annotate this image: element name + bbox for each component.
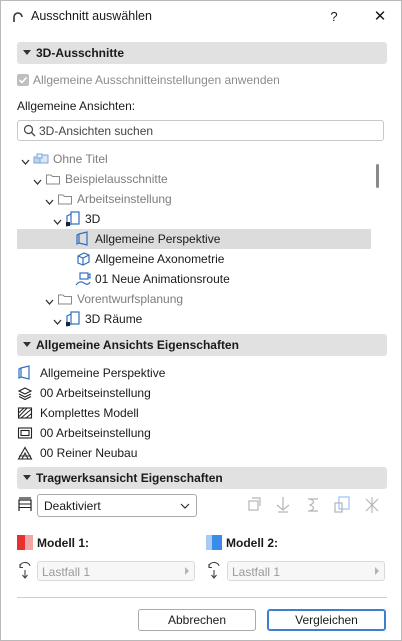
- model1-color-swatch: [17, 535, 33, 550]
- tree-item-label: 01 Neue Animationsroute: [95, 272, 230, 286]
- general-views-label: Allgemeine Ansichten:: [17, 99, 136, 113]
- chevron-right-icon: [375, 567, 379, 575]
- tree-item[interactable]: Allgemeine Perspektive: [17, 229, 371, 249]
- checkmark-icon: [18, 76, 28, 84]
- search-input[interactable]: [39, 122, 369, 139]
- folder-icon: [57, 291, 73, 307]
- chevron-right-icon: [185, 567, 189, 575]
- close-button[interactable]: ✕: [369, 7, 391, 27]
- structural-mode-dropdown[interactable]: Deaktiviert: [37, 494, 197, 517]
- tree-item-label: Allgemeine Axonometrie: [95, 252, 225, 266]
- tree-item[interactable]: Beispielausschnitte: [17, 169, 371, 189]
- tree-item-label: 3D Räume: [85, 312, 143, 326]
- dropdown-value: Deaktiviert: [44, 499, 101, 513]
- dialog-window: Ausschnitt auswählen ? ✕ 3D-Ausschnitte …: [0, 0, 402, 641]
- perspective-icon: [18, 365, 30, 380]
- views-tree[interactable]: Ohne Titel Beispielausschnitte Arbeitseins…: [17, 149, 371, 329]
- dropdown-value: Lastfall 1: [42, 565, 91, 579]
- tree-item[interactable]: 3D: [17, 209, 371, 229]
- node-icon[interactable]: [245, 496, 263, 514]
- layers-icon: [17, 387, 33, 401]
- section-title: Tragwerksansicht Eigenschaften: [36, 471, 223, 485]
- chevron-down-icon[interactable]: [53, 315, 62, 325]
- 3d-view-icon: [65, 211, 81, 227]
- axonometry-icon: [75, 251, 91, 267]
- model1-label: Modell 1:: [37, 536, 90, 550]
- load-icon[interactable]: [363, 496, 381, 514]
- section-header-3d-views[interactable]: 3D-Ausschnitte: [17, 42, 387, 64]
- chevron-down-icon[interactable]: [21, 155, 30, 165]
- folder-icon: [45, 171, 61, 187]
- perspective-icon: [75, 231, 91, 247]
- model2-label: Modell 2:: [226, 536, 279, 550]
- tree-item-label: Vorentwurfsplanung: [77, 292, 184, 306]
- chevron-down-icon: [180, 503, 190, 509]
- camera-path-icon: [75, 271, 91, 287]
- model2-loadcase-dropdown[interactable]: Lastfall 1: [227, 561, 385, 581]
- structural-display-icon: [18, 497, 32, 511]
- tree-item[interactable]: Arbeitseinstellung: [17, 189, 371, 209]
- section-title: 3D-Ausschnitte: [36, 46, 125, 60]
- tree-item-label: Arbeitseinstellung: [77, 192, 172, 206]
- section-header-structural-view[interactable]: Tragwerksansicht Eigenschaften: [17, 467, 387, 489]
- tree-item[interactable]: Ohne Titel: [17, 149, 371, 169]
- chevron-down-icon[interactable]: [33, 175, 42, 185]
- tree-item[interactable]: 01 Neue Animationsroute: [17, 269, 371, 289]
- help-button[interactable]: ?: [323, 7, 345, 27]
- project-icon: [33, 151, 49, 167]
- compare-button[interactable]: Vergleichen: [267, 609, 386, 631]
- 3d-view-icon: [65, 311, 81, 327]
- load-case-icon: [208, 561, 220, 579]
- search-box[interactable]: [17, 120, 384, 141]
- section-header-view-properties[interactable]: Allgemeine Ansichts Eigenschaften: [17, 334, 387, 356]
- cancel-button[interactable]: Abbrechen: [138, 609, 256, 631]
- checkbox-label: Allgemeine Ausschnitteinstellungen anwen…: [33, 73, 280, 87]
- tree-item[interactable]: 3D Räume: [17, 309, 371, 329]
- dropdown-value: Lastfall 1: [232, 565, 281, 579]
- tree-item-label: Ohne Titel: [53, 152, 108, 166]
- tree-scrollbar[interactable]: [376, 164, 379, 188]
- tree-item[interactable]: Allgemeine Axonometrie: [17, 249, 371, 269]
- collapse-triangle-icon[interactable]: [23, 50, 31, 55]
- model1-loadcase-dropdown[interactable]: Lastfall 1: [37, 561, 195, 581]
- collapse-triangle-icon[interactable]: [23, 475, 31, 480]
- view-settings-icon: [17, 427, 33, 439]
- support-icon[interactable]: [274, 496, 292, 514]
- collapse-triangle-icon[interactable]: [23, 342, 31, 347]
- prop-label: 00 Arbeitseinstellung: [40, 386, 151, 400]
- title-bar: Ausschnitt auswählen ? ✕: [1, 1, 401, 33]
- section-title: Allgemeine Ansichts Eigenschaften: [36, 338, 239, 352]
- tree-item-label: 3D: [85, 212, 101, 226]
- search-icon: [23, 124, 36, 137]
- tree-item-label: Allgemeine Perspektive: [95, 232, 221, 246]
- renovation-icon: [17, 446, 33, 460]
- window-title: Ausschnitt auswählen: [31, 9, 152, 23]
- member-icon[interactable]: [333, 496, 351, 514]
- app-icon: [13, 12, 23, 22]
- tree-item-label: Beispielausschnitte: [65, 172, 168, 186]
- apply-general-settings-checkbox[interactable]: [17, 74, 29, 86]
- chevron-down-icon[interactable]: [45, 195, 54, 205]
- chevron-down-icon[interactable]: [45, 295, 54, 305]
- prop-label: 00 Arbeitseinstellung: [40, 426, 151, 440]
- tree-item[interactable]: Vorentwurfsplanung: [17, 289, 371, 309]
- prop-label: 00 Reiner Neubau: [40, 446, 138, 460]
- model-filter-icon: [17, 407, 33, 419]
- spring-icon[interactable]: [304, 496, 322, 514]
- prop-label: Komplettes Modell: [40, 406, 139, 420]
- chevron-down-icon[interactable]: [53, 215, 62, 225]
- load-case-icon: [19, 561, 31, 579]
- folder-icon: [57, 191, 73, 207]
- model2-color-swatch: [206, 535, 222, 550]
- footer-divider: [17, 597, 387, 598]
- prop-label: Allgemeine Perspektive: [40, 366, 166, 380]
